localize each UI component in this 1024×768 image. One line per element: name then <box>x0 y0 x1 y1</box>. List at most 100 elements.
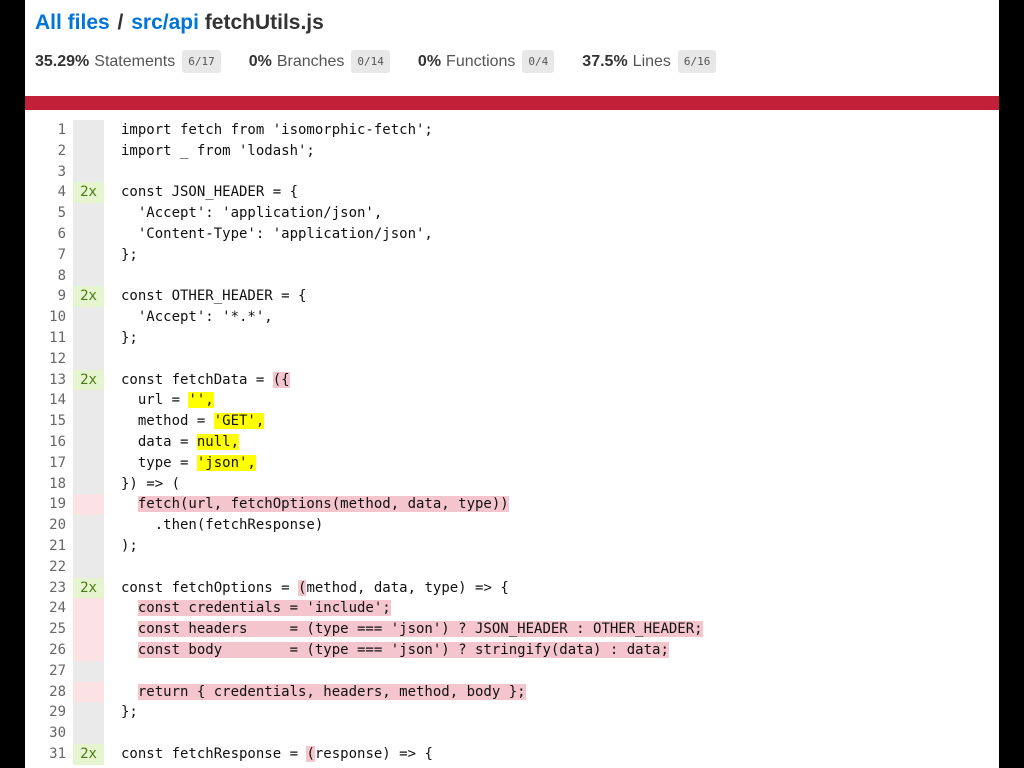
code-line: 19 fetch(url, fetchOptions(method, data,… <box>25 494 999 516</box>
functions-percent: 0% <box>417 52 442 70</box>
summary-statements: 35.29% Statements 6/17 <box>35 50 221 73</box>
line-number-link[interactable]: 21 <box>25 536 66 557</box>
line-number-link[interactable]: 9 <box>25 286 66 307</box>
line-source: }) => ( <box>121 474 999 495</box>
line-number-link[interactable]: 3 <box>25 162 66 183</box>
functions-fraction: 0/4 <box>522 50 555 73</box>
line-number-link[interactable]: 17 <box>25 453 66 474</box>
code-line: 23 2x const fetchOptions = (method, data, … <box>25 577 999 599</box>
line-number-link[interactable]: 28 <box>25 682 66 703</box>
line-source: const JSON_HEADER = { <box>121 182 999 203</box>
code-segment: const fetchResponse = <box>121 745 307 762</box>
breadcrumb-separator: / <box>117 11 124 34</box>
line-source: import fetch from 'isomorphic-fetch'; <box>121 120 999 141</box>
line-number-link[interactable]: 8 <box>25 266 66 287</box>
line-number-link[interactable]: 4 <box>25 182 66 203</box>
code-line: 28 return { credentials, headers, method… <box>25 681 999 703</box>
code-segment: const JSON_HEADER = { <box>121 184 299 201</box>
line-number-link[interactable]: 27 <box>25 661 66 682</box>
uncovered-code-segment: const headers = (type === 'json') ? JSON… <box>137 621 703 638</box>
code-segment: const OTHER_HEADER = { <box>121 288 307 305</box>
line-number-link[interactable]: 25 <box>25 619 66 640</box>
code-segment: .then(fetchResponse) <box>121 517 324 534</box>
summary-lines: 37.5% Lines 6/16 <box>582 50 717 73</box>
code-line: 12 <box>25 348 999 370</box>
code-line: 14 url = '', <box>25 390 999 412</box>
line-source: return { credentials, headers, method, b… <box>121 682 999 703</box>
line-source: const credentials = 'include'; <box>121 598 999 619</box>
line-number-link[interactable]: 6 <box>25 224 66 245</box>
code-segment: type = <box>121 454 197 471</box>
breadcrumb-all-files-link[interactable]: All files <box>35 11 110 34</box>
line-source: }; <box>121 328 999 349</box>
line-number-link[interactable]: 19 <box>25 494 66 515</box>
code-line: 15 method = 'GET', <box>25 411 999 432</box>
line-number-link[interactable]: 18 <box>25 474 66 495</box>
line-number-link[interactable]: 12 <box>25 349 66 370</box>
code-line: 16 data = null, <box>25 431 999 453</box>
line-source: 'Accept': 'application/json', <box>121 203 999 224</box>
line-hit-count <box>73 660 104 682</box>
line-source: }; <box>121 702 999 723</box>
line-number-link[interactable]: 7 <box>25 245 66 266</box>
code-line: 21); <box>25 535 999 557</box>
line-number-link[interactable]: 10 <box>25 307 66 328</box>
source-code-listing: 1 import fetch from 'isomorphic-fetch'; 2 i… <box>25 120 999 765</box>
code-line: 13 2x const fetchData = ({ <box>25 369 999 391</box>
uncovered-branch-segment: '', <box>188 392 214 409</box>
lines-fraction: 6/16 <box>677 50 717 73</box>
statements-fraction: 6/17 <box>182 50 221 73</box>
line-number-link[interactable]: 24 <box>25 598 66 619</box>
code-line: 18 }) => ( <box>25 473 999 495</box>
line-number-link[interactable]: 15 <box>25 411 66 432</box>
line-hit-count <box>73 681 104 703</box>
code-segment: import _ from 'lodash'; <box>121 142 315 159</box>
line-source <box>121 661 999 682</box>
line-number-link[interactable]: 31 <box>25 744 66 765</box>
line-source: const headers = (type === 'json') ? JSON… <box>121 619 999 640</box>
code-segment: import fetch from 'isomorphic-fetch'; <box>121 122 433 138</box>
line-source <box>121 557 999 578</box>
line-number-link[interactable]: 1 <box>25 120 66 141</box>
code-line: 31 2x const fetchResponse = (response) => … <box>25 743 999 765</box>
uncovered-code-segment: const credentials = 'include'; <box>137 600 391 617</box>
line-number-link[interactable]: 23 <box>25 578 66 599</box>
line-hit-count <box>73 598 104 620</box>
line-number-link[interactable]: 29 <box>25 702 66 723</box>
line-number-link[interactable]: 16 <box>25 432 66 453</box>
code-line: 24 const credentials = 'include'; <box>25 598 999 620</box>
line-number-link[interactable]: 14 <box>25 390 66 411</box>
line-source <box>121 349 999 370</box>
line-source: const fetchOptions = (method, data, type… <box>121 578 999 599</box>
code-line: 30 <box>25 723 999 744</box>
line-number-link[interactable]: 5 <box>25 203 66 224</box>
line-hit-count: 2x <box>73 369 104 391</box>
line-hit-count <box>73 120 104 141</box>
line-source: const fetchResponse = (response) => { <box>121 744 999 765</box>
line-hit-count <box>73 203 104 224</box>
line-number-link[interactable]: 13 <box>25 370 66 391</box>
code-segment: url = <box>121 392 189 409</box>
line-source: import _ from 'lodash'; <box>121 141 999 162</box>
line-number-link[interactable]: 20 <box>25 515 66 536</box>
line-hit-count <box>73 535 104 557</box>
breadcrumb-dir-link[interactable]: src/api <box>131 11 199 34</box>
uncovered-branch-segment: 'GET', <box>213 413 265 430</box>
page-title: All files / src/api fetchUtils.js <box>35 10 999 36</box>
line-number-link[interactable]: 2 <box>25 141 66 162</box>
coverage-report-page: All files / src/api fetchUtils.js 35.29%… <box>25 0 999 768</box>
line-source: method = 'GET', <box>121 411 999 432</box>
line-source <box>121 723 999 744</box>
line-number-link[interactable]: 30 <box>25 723 66 744</box>
line-number-link[interactable]: 11 <box>25 328 66 349</box>
line-number-link[interactable]: 26 <box>25 640 66 661</box>
code-line: 11}; <box>25 327 999 349</box>
lines-percent: 37.5% <box>582 52 628 70</box>
line-number-link[interactable]: 22 <box>25 557 66 578</box>
code-line: 4 2x const JSON_HEADER = { <box>25 182 999 204</box>
line-hit-count <box>73 494 104 516</box>
code-segment: ); <box>121 537 138 554</box>
